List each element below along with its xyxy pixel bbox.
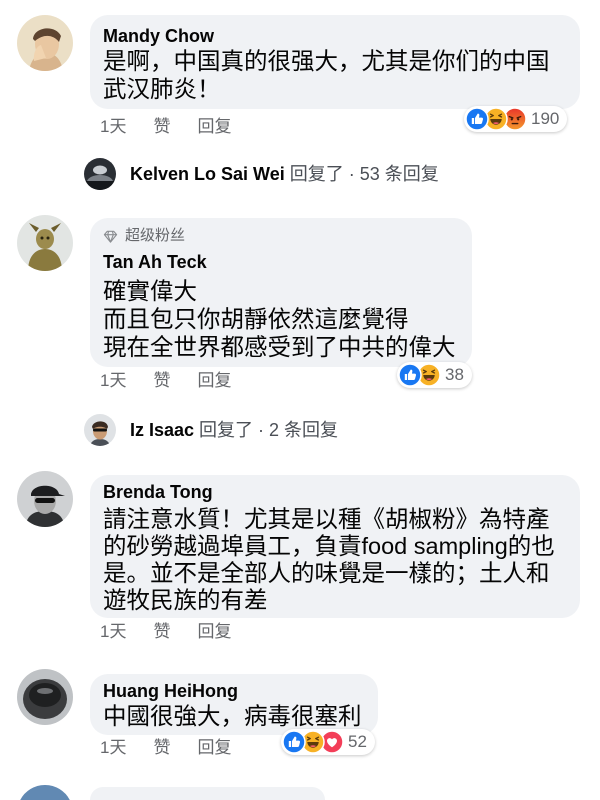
comment-actions: 1天 赞 回复 (100, 737, 231, 759)
reply-author-name[interactable]: Kelven Lo Sai Wei (130, 163, 285, 185)
comment-timestamp[interactable]: 1天 (100, 737, 126, 759)
comment-bubble: Brenda Tong 請注意水質！尤其是以種《胡椒粉》為特產 的砂勞越過埠員工… (90, 475, 580, 618)
reply-summary-text: 回复了 · 2 条回复 (199, 420, 339, 440)
comment-text-line: 的砂勞越過埠員工，負責food sampling的也 (103, 533, 555, 559)
comment-text-line: 請注意水質！尤其是以種《胡椒粉》為特產 (103, 506, 550, 532)
comment-bubble: Huang HeiHong 中國很強大，病毒很塞利 (90, 674, 378, 735)
comment-actions: 1天 赞 回复 (100, 621, 231, 643)
reply-button[interactable]: 回复 (197, 621, 231, 643)
author-name[interactable]: Brenda Tong (103, 481, 566, 503)
reaction-icons (282, 730, 344, 754)
replies-summary[interactable]: Kelven Lo Sai Wei 回复了 · 53 条回复 (84, 158, 439, 190)
comment-text: 請注意水質！尤其是以種《胡椒粉》為特產 的砂勞越過埠員工，負責food samp… (103, 506, 566, 614)
replies-summary[interactable]: Iz Isaac 回复了 · 2 条回复 (84, 414, 338, 446)
like-icon (282, 730, 306, 754)
reaction-count: 38 (445, 365, 464, 384)
avatar-image (17, 471, 73, 527)
reactions-summary[interactable]: 190 (464, 106, 568, 132)
comment-text-line: 而且包只你胡靜依然這麼覺得 (103, 306, 409, 332)
comment-text-line: 遊牧民族的有差 (103, 587, 268, 613)
avatar-image (17, 15, 73, 71)
comment-actions: 1天 赞 回复 (100, 370, 231, 392)
comment-text-line: 是啊，中国真的很强大，尤其是你们的中国 (103, 48, 550, 74)
avatar[interactable] (17, 215, 73, 271)
comment-timestamp[interactable]: 1天 (100, 621, 126, 643)
comment-text-line: 是。並不是全部人的味覺是一樣的；土人和 (103, 560, 550, 586)
reply-avatar[interactable] (84, 158, 116, 190)
comment-timestamp[interactable]: 1天 (100, 370, 126, 392)
avatar-image (84, 158, 116, 190)
like-icon (465, 107, 489, 131)
avatar[interactable] (17, 471, 73, 527)
avatar-image (17, 215, 73, 271)
comment-text-line: 現在全世界都感受到了中共的偉大 (103, 334, 456, 360)
reaction-count: 52 (348, 732, 367, 751)
comment-text: 是啊，中国真的很强大，尤其是你们的中国 武汉肺炎！ (103, 47, 566, 103)
like-button[interactable]: 赞 (153, 621, 170, 643)
comment-text: 確實偉大 而且包只你胡靜依然這麼覺得 現在全世界都感受到了中共的偉大 (103, 277, 456, 361)
like-icon (465, 107, 489, 131)
avatar[interactable] (17, 15, 73, 71)
reply-button[interactable]: 回复 (197, 737, 231, 759)
reaction-icons (465, 107, 527, 131)
badge-label: 超级粉丝 (125, 227, 186, 244)
reactions-summary[interactable]: 52 (281, 729, 375, 755)
reaction-count: 190 (531, 109, 560, 128)
reply-avatar[interactable] (84, 414, 116, 446)
comment-text: 中國很強大，病毒很塞利 (103, 702, 362, 730)
comment-text-line: 武汉肺炎！ (103, 76, 221, 102)
author-name[interactable]: Mandy Chow (103, 25, 566, 47)
diamond-icon (103, 230, 118, 243)
comment-timestamp[interactable]: 1天 (100, 116, 126, 138)
like-icon (398, 363, 422, 387)
top-fan-badge: 超级粉丝 (103, 226, 456, 246)
avatar-image (20, 785, 70, 800)
comment-bubble: Mandy Chow 是啊，中国真的很强大，尤其是你们的中国 武汉肺炎！ (90, 15, 580, 109)
like-button[interactable]: 赞 (153, 737, 170, 759)
reply-author-name[interactable]: Iz Isaac (130, 419, 194, 441)
author-name[interactable]: Huang HeiHong (103, 680, 362, 702)
avatar-image (17, 669, 73, 725)
avatar[interactable] (17, 669, 73, 725)
comment-actions: 1天 赞 回复 (100, 116, 231, 138)
comment-text-line: 確實偉大 (103, 278, 197, 304)
comment-bubble: 超级粉丝 Tan Ah Teck 確實偉大 而且包只你胡靜依然這麼覺得 現在全世… (90, 218, 472, 367)
reply-button[interactable]: 回复 (197, 116, 231, 138)
comment-text-line: 中國很強大，病毒很塞利 (103, 703, 362, 729)
reaction-icons (398, 363, 441, 387)
reply-button[interactable]: 回复 (197, 370, 231, 392)
like-icon (282, 730, 306, 754)
reactions-summary[interactable]: 38 (397, 362, 472, 388)
reply-summary-text: 回复了 · 53 条回复 (289, 164, 439, 184)
avatar-image (84, 414, 116, 446)
like-button[interactable]: 赞 (153, 370, 170, 392)
author-name[interactable]: Tan Ah Teck (103, 251, 456, 273)
avatar[interactable] (17, 785, 73, 800)
like-button[interactable]: 赞 (153, 116, 170, 138)
comment-bubble (90, 787, 325, 800)
like-icon (398, 363, 422, 387)
comments-list: Mandy Chow 是啊，中国真的很强大，尤其是你们的中国 武汉肺炎！ 1天 … (0, 0, 600, 800)
